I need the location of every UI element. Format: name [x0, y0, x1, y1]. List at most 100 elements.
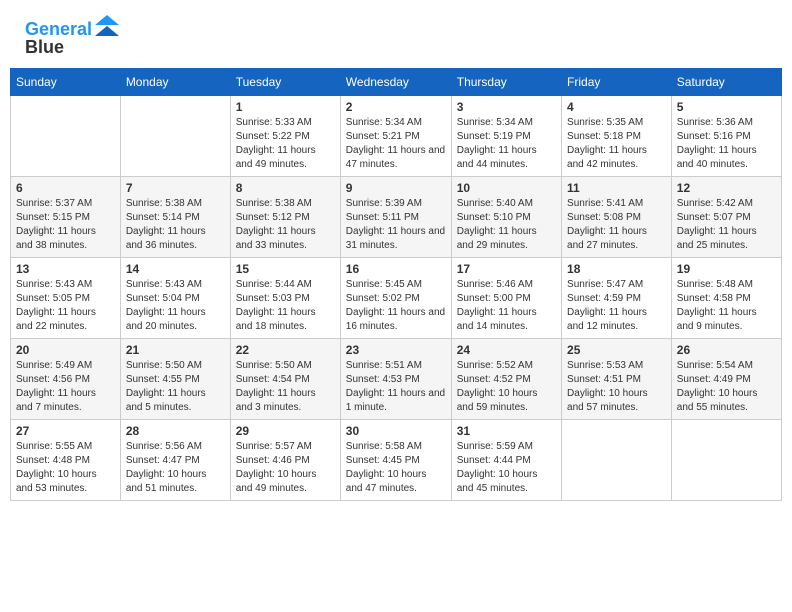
- day-info: Sunrise: 5:34 AM Sunset: 5:19 PM Dayligh…: [457, 116, 556, 172]
- calendar-cell: 16Sunrise: 5:45 AM Sunset: 5:02 PM Dayli…: [340, 257, 451, 338]
- calendar-cell: 14 Sunrise: 5:43 AM Sunset: 5:04 PM Dayli…: [120, 257, 230, 338]
- day-number: 10: [457, 181, 556, 195]
- calendar-cell: 4 Sunrise: 5:35 AM Sunset: 5:18 PM Daylig…: [562, 95, 672, 176]
- calendar-cell: 7 Sunrise: 5:38 AM Sunset: 5:14 PM Daylig…: [120, 176, 230, 257]
- day-number: 26: [677, 343, 776, 357]
- day-info: Sunrise: 5:34 AM Sunset: 5:21 PM Dayligh…: [346, 116, 446, 172]
- calendar-cell: 2 Sunrise: 5:34 AM Sunset: 5:21 PM Daylig…: [340, 95, 451, 176]
- calendar-cell: 29 Sunrise: 5:57 AM Sunset: 4:46 PM Dayli…: [230, 419, 340, 500]
- day-info: Sunrise: 5:50 AM Sunset: 4:55 PM Dayligh…: [126, 359, 225, 415]
- calendar-cell: 23Sunrise: 5:51 AM Sunset: 4:53 PM Dayli…: [340, 338, 451, 419]
- calendar-week-row: 6 Sunrise: 5:37 AM Sunset: 5:15 PM Daylig…: [11, 176, 782, 257]
- day-number: 3: [457, 100, 556, 114]
- calendar-cell: 17Sunrise: 5:46 AM Sunset: 5:00 PM Dayli…: [451, 257, 561, 338]
- logo: General Blue: [25, 20, 119, 58]
- calendar-cell: 24Sunrise: 5:52 AM Sunset: 4:52 PM Dayli…: [451, 338, 561, 419]
- day-info: Sunrise: 5:55 AM Sunset: 4:48 PM Dayligh…: [16, 440, 115, 496]
- calendar-cell: 19 Sunrise: 5:48 AM Sunset: 4:58 PM Dayli…: [671, 257, 781, 338]
- day-info: Sunrise: 5:41 AM Sunset: 5:08 PM Dayligh…: [567, 197, 666, 253]
- day-info: Sunrise: 5:38 AM Sunset: 5:14 PM Dayligh…: [126, 197, 225, 253]
- day-info: Sunrise: 5:50 AM Sunset: 4:54 PM Dayligh…: [236, 359, 335, 415]
- day-number: 12: [677, 181, 776, 195]
- calendar-cell: 11 Sunrise: 5:41 AM Sunset: 5:08 PM Dayli…: [562, 176, 672, 257]
- calendar-cell: 6 Sunrise: 5:37 AM Sunset: 5:15 PM Daylig…: [11, 176, 121, 257]
- weekday-header-cell: Saturday: [671, 68, 781, 95]
- calendar-cell: 30 Sunrise: 5:58 AM Sunset: 4:45 PM Dayli…: [340, 419, 451, 500]
- weekday-header-cell: Monday: [120, 68, 230, 95]
- day-info: Sunrise: 5:38 AM Sunset: 5:12 PM Dayligh…: [236, 197, 335, 253]
- calendar-cell: 27 Sunrise: 5:55 AM Sunset: 4:48 PM Dayli…: [11, 419, 121, 500]
- day-number: 21: [126, 343, 225, 357]
- day-number: 29: [236, 424, 335, 438]
- weekday-header-cell: Wednesday: [340, 68, 451, 95]
- calendar-cell: 21 Sunrise: 5:50 AM Sunset: 4:55 PM Dayli…: [120, 338, 230, 419]
- day-info: Sunrise: 5:35 AM Sunset: 5:18 PM Dayligh…: [567, 116, 666, 172]
- calendar-cell: 9Sunrise: 5:39 AM Sunset: 5:11 PM Daylig…: [340, 176, 451, 257]
- day-number: 25: [567, 343, 666, 357]
- day-info: Sunrise: 5:53 AM Sunset: 4:51 PM Dayligh…: [567, 359, 666, 415]
- day-info: Sunrise: 5:56 AM Sunset: 4:47 PM Dayligh…: [126, 440, 225, 496]
- day-number: 11: [567, 181, 666, 195]
- day-number: 9: [346, 181, 446, 195]
- calendar-cell: 26 Sunrise: 5:54 AM Sunset: 4:49 PM Dayli…: [671, 338, 781, 419]
- day-number: 13: [16, 262, 115, 276]
- calendar-cell: [671, 419, 781, 500]
- day-info: Sunrise: 5:49 AM Sunset: 4:56 PM Dayligh…: [16, 359, 115, 415]
- weekday-header-cell: Sunday: [11, 68, 121, 95]
- calendar-week-row: 13 Sunrise: 5:43 AM Sunset: 5:05 PM Dayli…: [11, 257, 782, 338]
- day-info: Sunrise: 5:47 AM Sunset: 4:59 PM Dayligh…: [567, 278, 666, 334]
- calendar-cell: 28Sunrise: 5:56 AM Sunset: 4:47 PM Dayli…: [120, 419, 230, 500]
- calendar-cell: 25 Sunrise: 5:53 AM Sunset: 4:51 PM Dayli…: [562, 338, 672, 419]
- calendar-week-row: 1Sunrise: 5:33 AM Sunset: 5:22 PM Daylig…: [11, 95, 782, 176]
- day-number: 7: [126, 181, 225, 195]
- day-info: Sunrise: 5:40 AM Sunset: 5:10 PM Dayligh…: [457, 197, 556, 253]
- calendar-cell: 13 Sunrise: 5:43 AM Sunset: 5:05 PM Dayli…: [11, 257, 121, 338]
- calendar-cell: 10 Sunrise: 5:40 AM Sunset: 5:10 PM Dayli…: [451, 176, 561, 257]
- day-info: Sunrise: 5:42 AM Sunset: 5:07 PM Dayligh…: [677, 197, 776, 253]
- calendar-cell: 20 Sunrise: 5:49 AM Sunset: 4:56 PM Dayli…: [11, 338, 121, 419]
- calendar-week-row: 20 Sunrise: 5:49 AM Sunset: 4:56 PM Dayli…: [11, 338, 782, 419]
- day-number: 6: [16, 181, 115, 195]
- day-info: Sunrise: 5:37 AM Sunset: 5:15 PM Dayligh…: [16, 197, 115, 253]
- calendar-cell: 12 Sunrise: 5:42 AM Sunset: 5:07 PM Dayli…: [671, 176, 781, 257]
- day-number: 20: [16, 343, 115, 357]
- logo-text-line2: Blue: [25, 38, 64, 58]
- day-info: Sunrise: 5:45 AM Sunset: 5:02 PM Dayligh…: [346, 278, 446, 334]
- day-number: 5: [677, 100, 776, 114]
- day-number: 15: [236, 262, 335, 276]
- weekday-header-row: SundayMondayTuesdayWednesdayThursdayFrid…: [11, 68, 782, 95]
- day-info: Sunrise: 5:43 AM Sunset: 5:05 PM Dayligh…: [16, 278, 115, 334]
- day-number: 17: [457, 262, 556, 276]
- day-info: Sunrise: 5:57 AM Sunset: 4:46 PM Dayligh…: [236, 440, 335, 496]
- day-number: 14: [126, 262, 225, 276]
- day-number: 24: [457, 343, 556, 357]
- calendar-cell: 1Sunrise: 5:33 AM Sunset: 5:22 PM Daylig…: [230, 95, 340, 176]
- day-number: 27: [16, 424, 115, 438]
- calendar-cell: [11, 95, 121, 176]
- weekday-header-cell: Thursday: [451, 68, 561, 95]
- calendar-cell: 31Sunrise: 5:59 AM Sunset: 4:44 PM Dayli…: [451, 419, 561, 500]
- calendar-cell: 22 Sunrise: 5:50 AM Sunset: 4:54 PM Dayli…: [230, 338, 340, 419]
- calendar-week-row: 27 Sunrise: 5:55 AM Sunset: 4:48 PM Dayli…: [11, 419, 782, 500]
- day-info: Sunrise: 5:54 AM Sunset: 4:49 PM Dayligh…: [677, 359, 776, 415]
- day-number: 4: [567, 100, 666, 114]
- day-number: 18: [567, 262, 666, 276]
- day-info: Sunrise: 5:48 AM Sunset: 4:58 PM Dayligh…: [677, 278, 776, 334]
- day-info: Sunrise: 5:58 AM Sunset: 4:45 PM Dayligh…: [346, 440, 446, 496]
- calendar-cell: 5Sunrise: 5:36 AM Sunset: 5:16 PM Daylig…: [671, 95, 781, 176]
- day-number: 19: [677, 262, 776, 276]
- day-info: Sunrise: 5:33 AM Sunset: 5:22 PM Dayligh…: [236, 116, 335, 172]
- day-number: 8: [236, 181, 335, 195]
- calendar-cell: 8 Sunrise: 5:38 AM Sunset: 5:12 PM Daylig…: [230, 176, 340, 257]
- day-info: Sunrise: 5:59 AM Sunset: 4:44 PM Dayligh…: [457, 440, 556, 496]
- page-header: General Blue: [10, 10, 782, 63]
- day-number: 2: [346, 100, 446, 114]
- calendar-cell: 18 Sunrise: 5:47 AM Sunset: 4:59 PM Dayli…: [562, 257, 672, 338]
- calendar-table: SundayMondayTuesdayWednesdayThursdayFrid…: [10, 68, 782, 501]
- day-info: Sunrise: 5:51 AM Sunset: 4:53 PM Dayligh…: [346, 359, 446, 415]
- calendar-cell: 15Sunrise: 5:44 AM Sunset: 5:03 PM Dayli…: [230, 257, 340, 338]
- day-info: Sunrise: 5:43 AM Sunset: 5:04 PM Dayligh…: [126, 278, 225, 334]
- day-number: 22: [236, 343, 335, 357]
- day-number: 30: [346, 424, 446, 438]
- weekday-header-cell: Tuesday: [230, 68, 340, 95]
